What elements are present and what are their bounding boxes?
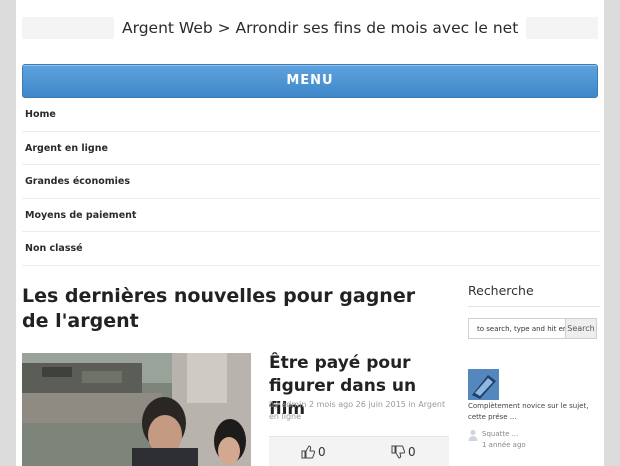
user-icon [468, 429, 478, 441]
nav-item-grandes-economies[interactable]: Grandes économies [22, 165, 600, 199]
post-meta: by admin 2 mois ago 26 juin 2015 in Arge… [269, 399, 449, 423]
post-meta-in: in [408, 400, 416, 409]
post-thumbnail[interactable] [22, 353, 251, 466]
comment-meta: Squatte ... 1 année ago [482, 429, 526, 451]
vote-bar: 0 0 [269, 436, 449, 466]
thumbs-up-icon [301, 445, 315, 459]
section-title: Les dernières nouvelles pour gagner de l… [22, 284, 442, 334]
search-input[interactable] [468, 318, 565, 339]
post-age: 2 mois ago [308, 400, 354, 409]
nav-item-argent-en-ligne[interactable]: Argent en ligne [22, 132, 600, 165]
comment-user[interactable]: Squatte ... [482, 429, 526, 440]
nav-item-moyens-de-paiement[interactable]: Moyens de paiement [22, 199, 600, 232]
search-button[interactable]: Search [565, 318, 597, 339]
sidebar-divider [468, 306, 600, 307]
dislike-count: 0 [408, 445, 416, 459]
site-header: Argent Web > Arrondir ses fins de mois a… [22, 17, 598, 39]
post-date: 26 juin 2015 [355, 400, 406, 409]
thumbs-down-icon [391, 445, 405, 459]
menu-label: MENU [286, 73, 334, 88]
like-count: 0 [318, 445, 326, 459]
dislike-button[interactable]: 0 [391, 445, 416, 459]
post-thumbnail-photo [22, 353, 251, 466]
section-title-rest: dernières nouvelles pour gagner de l'arg… [22, 285, 416, 332]
post-author-link[interactable]: admin [281, 400, 306, 409]
page: Argent Web > Arrondir ses fins de mois a… [16, 0, 604, 466]
comment-thumbnail-photo [468, 369, 499, 400]
comment-thumbnail[interactable] [468, 369, 499, 400]
comment-excerpt[interactable]: Complètement novice sur le sujet, cette … [468, 401, 594, 423]
nav-item-home[interactable]: Home [22, 98, 600, 132]
main-nav: Home Argent en ligne Grandes économies M… [22, 98, 600, 266]
menu-toggle-button[interactable]: MENU [22, 64, 598, 98]
post-meta-by: by [269, 400, 279, 409]
like-button[interactable]: 0 [301, 445, 326, 459]
comment-age: 1 année ago [482, 441, 526, 449]
sidebar-search-heading: Recherche [468, 283, 534, 298]
section-title-bold: Les [22, 285, 59, 307]
nav-item-non-classe[interactable]: Non classé [22, 232, 600, 266]
site-title[interactable]: Argent Web > Arrondir ses fins de mois a… [114, 17, 527, 39]
